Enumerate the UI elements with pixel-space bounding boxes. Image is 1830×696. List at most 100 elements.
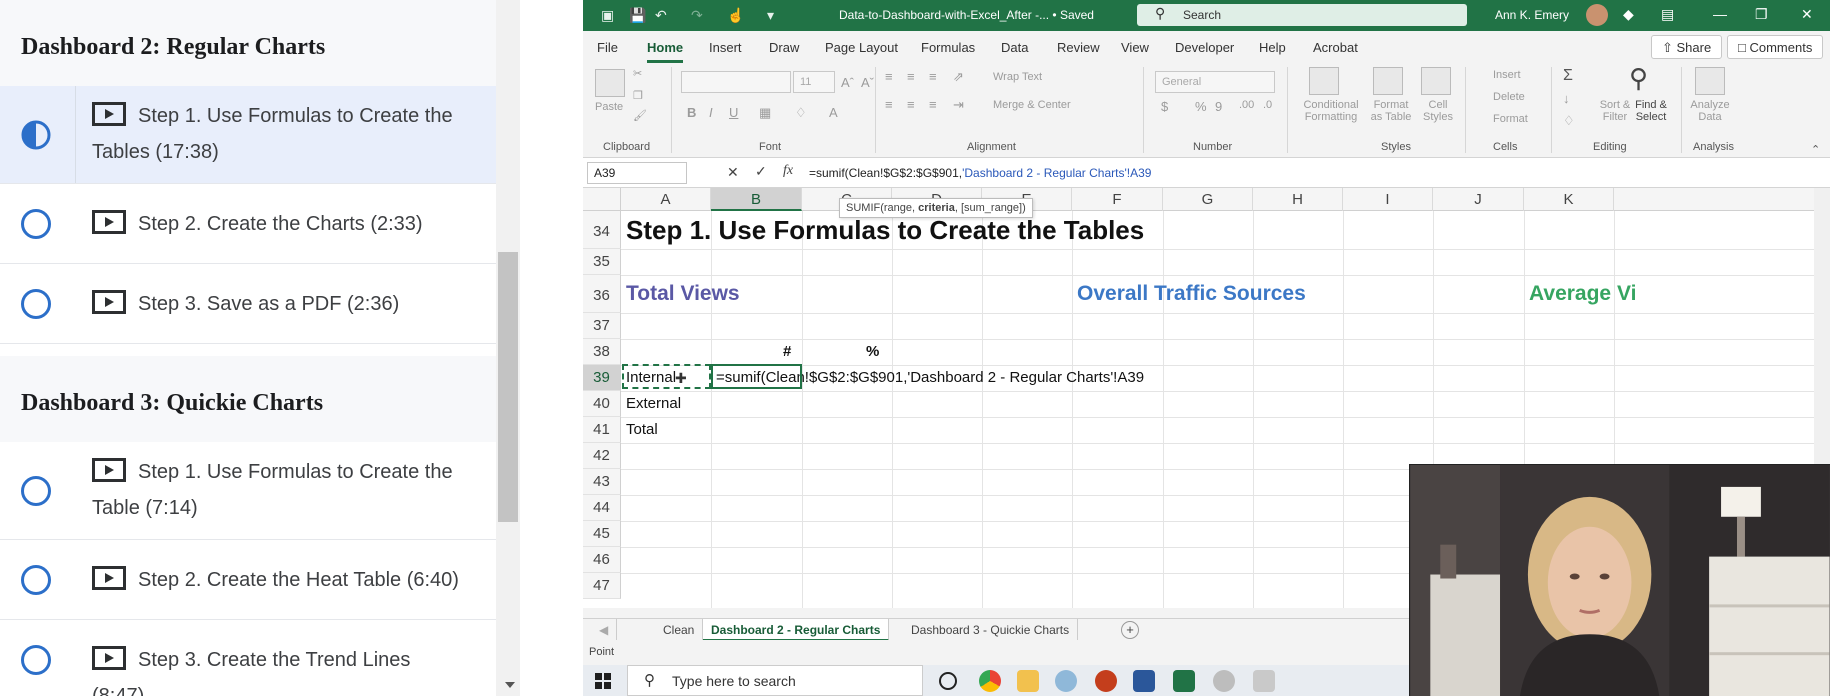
close-icon[interactable]: ✕: [1801, 6, 1813, 23]
align-middle-icon[interactable]: ≡: [907, 69, 915, 84]
collapse-ribbon-icon[interactable]: ⌃: [1811, 143, 1820, 156]
prev-sheet-icon[interactable]: ◀: [591, 619, 618, 641]
camera-app-icon[interactable]: [1213, 670, 1235, 692]
restore-icon[interactable]: ❐: [1755, 6, 1768, 23]
select-all-corner[interactable]: [583, 188, 621, 211]
underline-icon[interactable]: U: [729, 105, 738, 120]
redo-icon[interactable]: ↷: [691, 7, 703, 24]
cut-icon[interactable]: ✂: [633, 67, 642, 80]
font-name-field[interactable]: [681, 71, 791, 93]
wrap-text-button[interactable]: Wrap Text: [993, 71, 1042, 83]
analyze-data-button[interactable]: Analyze Data: [1689, 99, 1731, 123]
tab-file[interactable]: File: [597, 40, 618, 55]
sheet-tab-clean[interactable]: Clean: [655, 619, 704, 641]
row-header-43[interactable]: 43: [583, 469, 621, 495]
font-size-field[interactable]: 11: [793, 71, 835, 93]
name-box[interactable]: A39: [587, 162, 687, 184]
tab-help[interactable]: Help: [1259, 40, 1286, 55]
row-header-35[interactable]: 35: [583, 249, 621, 275]
cell-k36[interactable]: Average Vi: [1529, 282, 1636, 306]
fill-icon[interactable]: ↓: [1563, 91, 1570, 106]
cell-a41[interactable]: Total: [626, 421, 658, 438]
not-started-icon[interactable]: [21, 476, 51, 506]
increase-font-icon[interactable]: Aˆ: [841, 75, 854, 90]
row-header-37[interactable]: 37: [583, 313, 621, 339]
find-select-button[interactable]: Find & Select: [1633, 99, 1669, 123]
clear-icon[interactable]: ♢: [1563, 113, 1575, 129]
paste-icon[interactable]: [595, 69, 625, 97]
windows-start-icon[interactable]: [595, 673, 611, 689]
tab-home[interactable]: Home: [647, 40, 684, 63]
currency-icon[interactable]: $: [1161, 99, 1168, 114]
not-started-icon[interactable]: [21, 209, 51, 239]
sidebar-scrollbar[interactable]: [496, 0, 520, 696]
lesson-d2-step1[interactable]: Step 1. Use Formulas to Create the Table…: [0, 86, 496, 184]
analyze-data-icon[interactable]: [1695, 67, 1725, 95]
percent-icon[interactable]: %: [1195, 99, 1207, 114]
comments-button[interactable]: □ Comments: [1727, 35, 1824, 59]
copy-icon[interactable]: ❐: [633, 89, 643, 102]
premium-diamond-icon[interactable]: ◆: [1623, 6, 1634, 23]
align-left-icon[interactable]: ≡: [885, 97, 893, 112]
lesson-d3-step1[interactable]: Step 1. Use Formulas to Create the Table…: [0, 442, 496, 540]
format-painter-icon[interactable]: 🖌: [633, 109, 647, 122]
tab-insert[interactable]: Insert: [709, 40, 742, 55]
cell-a40[interactable]: External: [626, 395, 681, 412]
tab-review[interactable]: Review: [1057, 40, 1100, 55]
column-header-b[interactable]: B: [711, 188, 802, 211]
lesson-d3-step2[interactable]: Step 2. Create the Heat Table (6:40): [0, 540, 496, 620]
save-icon[interactable]: 💾: [629, 7, 646, 24]
sidebar-scroll-thumb[interactable]: [498, 252, 518, 522]
screen-recorder-icon[interactable]: [1253, 670, 1275, 692]
cell-b38[interactable]: #: [783, 343, 791, 360]
format-as-table-button[interactable]: Format as Table: [1367, 99, 1415, 123]
format-cells-button[interactable]: Format: [1493, 113, 1528, 125]
section-header-dashboard-3[interactable]: Dashboard 3: Quickie Charts: [0, 356, 496, 444]
not-started-icon[interactable]: [21, 645, 51, 675]
tab-acrobat[interactable]: Acrobat: [1313, 40, 1358, 55]
column-header-i[interactable]: I: [1343, 188, 1433, 211]
align-right-icon[interactable]: ≡: [929, 97, 937, 112]
chrome-icon[interactable]: [979, 670, 1001, 692]
add-sheet-icon[interactable]: +: [1121, 621, 1139, 639]
tab-draw[interactable]: Draw: [769, 40, 799, 55]
in-progress-icon[interactable]: [21, 120, 51, 150]
sort-filter-button[interactable]: Sort & Filter: [1597, 99, 1633, 123]
row-header-41[interactable]: 41: [583, 417, 621, 443]
cell-a36[interactable]: Total Views: [626, 282, 740, 306]
align-bottom-icon[interactable]: ≡: [929, 69, 937, 84]
sheet-tab-dashboard-3[interactable]: Dashboard 3 - Quickie Charts: [903, 619, 1079, 641]
column-header-f[interactable]: F: [1072, 188, 1163, 211]
taskbar-search[interactable]: ⚲ Type here to search: [627, 665, 923, 696]
conditional-formatting-button[interactable]: Conditional Formatting: [1291, 99, 1371, 123]
tab-data[interactable]: Data: [1001, 40, 1028, 55]
row-header-34[interactable]: 34: [583, 211, 621, 249]
cell-c38[interactable]: %: [866, 343, 879, 360]
align-center-icon[interactable]: ≡: [907, 97, 915, 112]
autosave-icon[interactable]: ▣: [601, 7, 614, 24]
autosum-icon[interactable]: Σ: [1563, 67, 1573, 85]
font-color-icon[interactable]: A: [829, 105, 838, 120]
indent-icon[interactable]: ⇥: [953, 97, 964, 113]
snipping-tool-icon[interactable]: [1055, 670, 1077, 692]
excel-icon[interactable]: [1173, 670, 1195, 692]
italic-icon[interactable]: I: [709, 105, 713, 120]
delete-cells-button[interactable]: Delete: [1493, 91, 1525, 103]
column-header-k[interactable]: K: [1524, 188, 1614, 211]
lesson-d2-step2[interactable]: Step 2. Create the Charts (2:33): [0, 184, 496, 264]
tab-page-layout[interactable]: Page Layout: [825, 40, 898, 55]
customize-toolbar-icon[interactable]: ▾: [767, 7, 774, 24]
scroll-down-arrow-icon[interactable]: [505, 682, 515, 688]
format-as-table-icon[interactable]: [1373, 67, 1403, 95]
increase-decimal-icon[interactable]: .00: [1239, 99, 1254, 111]
column-header-j[interactable]: J: [1433, 188, 1524, 211]
minimize-icon[interactable]: —: [1713, 6, 1727, 22]
row-header-42[interactable]: 42: [583, 443, 621, 469]
row-header-46[interactable]: 46: [583, 547, 621, 573]
number-format-field[interactable]: General: [1155, 71, 1275, 93]
sheet-tab-dashboard-2[interactable]: Dashboard 2 - Regular Charts: [703, 619, 890, 641]
conditional-formatting-icon[interactable]: [1309, 67, 1339, 95]
tab-view[interactable]: View: [1121, 40, 1149, 55]
orientation-icon[interactable]: ⇗: [953, 69, 964, 85]
comma-icon[interactable]: 9: [1215, 99, 1222, 114]
